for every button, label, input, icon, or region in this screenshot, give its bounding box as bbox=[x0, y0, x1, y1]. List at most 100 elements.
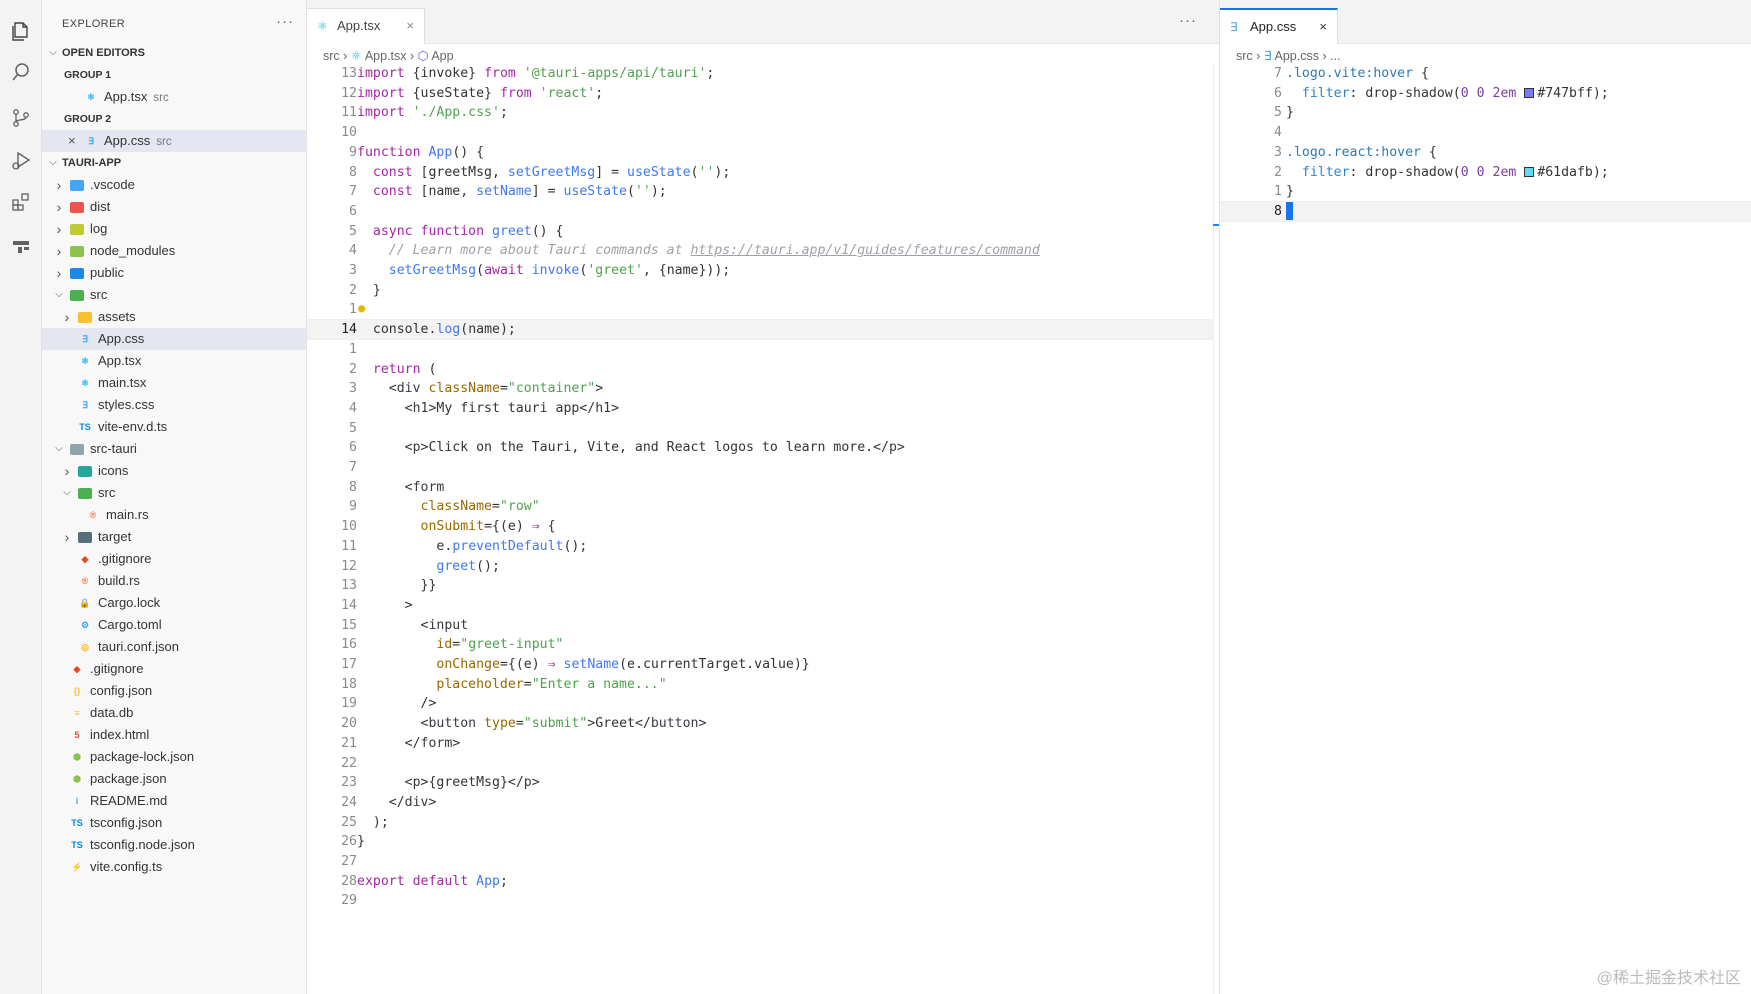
tree-folder[interactable]: › assets bbox=[42, 306, 306, 328]
tree-folder[interactable]: › public bbox=[42, 262, 306, 284]
run-debug-icon[interactable] bbox=[7, 146, 35, 174]
close-icon[interactable]: × bbox=[406, 9, 414, 43]
tree-folder[interactable]: › dist bbox=[42, 196, 306, 218]
tree-file[interactable]: {} config.json bbox=[42, 680, 306, 702]
tree-file[interactable]: 5 index.html bbox=[42, 724, 306, 746]
code-line[interactable]: <h1>My first tauri app</h1> bbox=[357, 398, 619, 419]
tree-file[interactable]: ® main.rs bbox=[42, 504, 306, 526]
tree-file[interactable]: ⬢ package-lock.json bbox=[42, 746, 306, 768]
tree-file[interactable]: ◎ tauri.conf.json bbox=[42, 636, 306, 658]
open-editors-section[interactable]: ⌵ OPEN EDITORS bbox=[42, 42, 306, 64]
breadcrumb-item[interactable]: App.css bbox=[1275, 49, 1319, 63]
more-actions-icon[interactable]: ··· bbox=[1179, 12, 1197, 29]
tree-file[interactable]: ∃ App.css bbox=[42, 328, 306, 350]
code-line[interactable]: onChange={(e) ⇒ setName(e.currentTarget.… bbox=[357, 654, 809, 675]
open-editor-item[interactable]: ⚛ App.tsx src bbox=[42, 86, 306, 108]
code-line[interactable]: console.log(name); bbox=[357, 319, 516, 340]
more-actions-icon[interactable]: ··· bbox=[276, 13, 294, 30]
tree-file[interactable]: ⚛ App.tsx bbox=[42, 350, 306, 372]
breadcrumb-item[interactable]: src bbox=[323, 49, 340, 63]
breadcrumb-item[interactable]: src bbox=[1236, 49, 1253, 63]
code-line[interactable]: <input bbox=[357, 615, 469, 636]
tree-folder[interactable]: › target bbox=[42, 526, 306, 548]
code-line[interactable]: <button type="submit">Greet</button> bbox=[357, 713, 707, 734]
code-line[interactable]: export default App; bbox=[357, 871, 508, 892]
code-line[interactable]: className="row" bbox=[357, 496, 540, 517]
code-line[interactable]: } bbox=[1286, 102, 1294, 123]
close-icon[interactable]: × bbox=[68, 130, 76, 152]
tree-folder[interactable]: › node_modules bbox=[42, 240, 306, 262]
color-swatch[interactable] bbox=[1524, 166, 1535, 177]
tree-file[interactable]: 🔒 Cargo.lock bbox=[42, 592, 306, 614]
code-line[interactable]: e.preventDefault(); bbox=[357, 536, 587, 557]
project-section[interactable]: ⌵ TAURI-APP bbox=[42, 152, 306, 174]
tree-file[interactable]: ≡ data.db bbox=[42, 702, 306, 724]
tree-folder[interactable]: › .vscode bbox=[42, 174, 306, 196]
code-line[interactable]: import './App.css'; bbox=[357, 102, 508, 123]
code-line[interactable]: <p>Click on the Tauri, Vite, and React l… bbox=[357, 437, 905, 458]
code-line[interactable]: function App() { bbox=[357, 142, 484, 163]
lightbulb-icon[interactable]: ● bbox=[358, 301, 365, 315]
code-line[interactable]: filter: drop-shadow(0 0 2em #747bff); bbox=[1286, 83, 1609, 104]
code-line[interactable]: // Learn more about Tauri commands at ht… bbox=[357, 240, 1040, 261]
search-icon[interactable] bbox=[7, 58, 35, 86]
code-line[interactable]: import {useState} from 'react'; bbox=[357, 83, 603, 104]
code-line[interactable]: setGreetMsg(await invoke('greet', {name}… bbox=[357, 260, 730, 281]
code-line[interactable]: </form> bbox=[357, 733, 461, 754]
code-line[interactable]: }} bbox=[357, 575, 437, 596]
tree-folder[interactable]: ⌵ src-tauri bbox=[42, 438, 306, 460]
code-line[interactable]: async function greet() { bbox=[357, 221, 564, 242]
open-editors-group[interactable]: GROUP 1 bbox=[42, 64, 306, 86]
tree-file[interactable]: TS tsconfig.node.json bbox=[42, 834, 306, 856]
code-line[interactable]: } bbox=[357, 280, 381, 301]
breadcrumb-item[interactable]: ... bbox=[1330, 49, 1340, 63]
open-editor-item[interactable]: × ∃ App.css src bbox=[42, 130, 306, 152]
tree-folder[interactable]: ⌵ src bbox=[42, 482, 306, 504]
code-line[interactable]: > bbox=[357, 595, 413, 616]
tree-file[interactable]: ⚡ vite.config.ts bbox=[42, 856, 306, 878]
tree-file[interactable]: ⚛ main.tsx bbox=[42, 372, 306, 394]
code-line[interactable]: greet(); bbox=[357, 556, 500, 577]
open-editors-group[interactable]: GROUP 2 bbox=[42, 108, 306, 130]
tab-app-tsx[interactable]: ⚛ App.tsx × bbox=[307, 8, 425, 44]
code-line[interactable]: placeholder="Enter a name..." bbox=[357, 674, 666, 695]
files-icon[interactable] bbox=[7, 17, 35, 45]
code-line[interactable]: /> bbox=[357, 693, 437, 714]
color-swatch[interactable] bbox=[1524, 87, 1535, 98]
tree-file[interactable]: TS vite-env.d.ts bbox=[42, 416, 306, 438]
code-line[interactable]: </div> bbox=[357, 792, 437, 813]
code-line[interactable]: ); bbox=[357, 812, 389, 833]
tree-file[interactable]: TS tsconfig.json bbox=[42, 812, 306, 834]
breadcrumb-item[interactable]: App bbox=[431, 49, 453, 63]
code-line[interactable]: <p>{greetMsg}</p> bbox=[357, 772, 540, 793]
code-line[interactable]: return ( bbox=[357, 359, 437, 380]
tree-file[interactable]: ◆ .gitignore bbox=[42, 548, 306, 570]
code-line[interactable]: id="greet-input" bbox=[357, 634, 563, 655]
tree-file[interactable]: ◆ .gitignore bbox=[42, 658, 306, 680]
source-control-icon[interactable] bbox=[7, 104, 35, 132]
tree-file[interactable]: ∃ styles.css bbox=[42, 394, 306, 416]
code-line[interactable]: } bbox=[1286, 181, 1294, 202]
code-line[interactable]: const [greetMsg, setGreetMsg] = useState… bbox=[357, 162, 730, 183]
tree-file[interactable]: ® build.rs bbox=[42, 570, 306, 592]
tree-file[interactable]: ⬢ package.json bbox=[42, 768, 306, 790]
extensions-icon[interactable] bbox=[7, 188, 35, 216]
code-line[interactable]: .logo.vite:hover { bbox=[1286, 63, 1429, 84]
code-line[interactable]: .logo.react:hover { bbox=[1286, 142, 1437, 163]
code-line[interactable]: const [name, setName] = useState(''); bbox=[357, 181, 667, 202]
tree-folder[interactable]: › log bbox=[42, 218, 306, 240]
tree-file[interactable]: ⚙ Cargo.toml bbox=[42, 614, 306, 636]
code-line[interactable]: onSubmit={(e) ⇒ { bbox=[357, 516, 556, 537]
remote-explorer-icon[interactable] bbox=[7, 232, 35, 260]
tree-folder[interactable]: ⌵ src bbox=[42, 284, 306, 306]
breadcrumb-item[interactable]: App.tsx bbox=[365, 49, 407, 63]
code-line[interactable]: <form bbox=[357, 477, 445, 498]
close-icon[interactable]: × bbox=[1319, 10, 1327, 44]
tab-app-css[interactable]: ∃ App.css × bbox=[1220, 8, 1338, 44]
tree-folder[interactable]: › icons bbox=[42, 460, 306, 482]
code-line[interactable]: } bbox=[357, 831, 365, 852]
code-line[interactable]: import {invoke} from '@tauri-apps/api/ta… bbox=[357, 63, 714, 84]
code-line[interactable]: filter: drop-shadow(0 0 2em #61dafb); bbox=[1286, 162, 1609, 183]
code-line[interactable]: <div className="container"> bbox=[357, 378, 603, 399]
tree-file[interactable]: i README.md bbox=[42, 790, 306, 812]
